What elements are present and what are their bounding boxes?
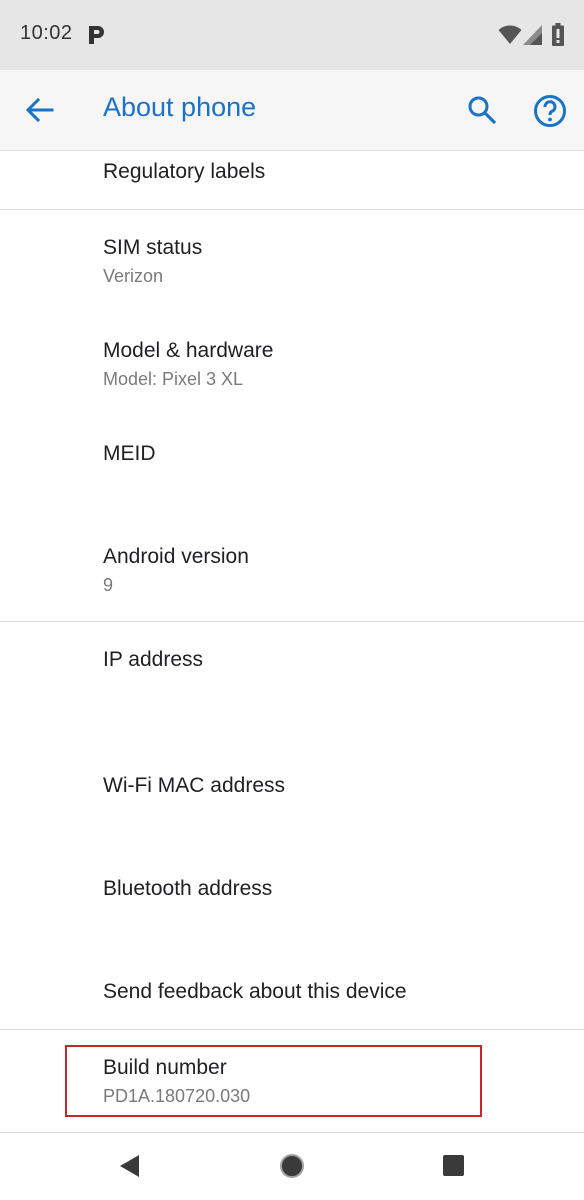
list-item-android-version[interactable]: Android version 9 (0, 519, 584, 621)
list-item-regulatory-labels[interactable]: Regulatory labels (0, 150, 584, 209)
back-arrow-icon[interactable] (24, 94, 56, 126)
nav-back-icon[interactable] (117, 1153, 141, 1179)
list-item-sim-status[interactable]: SIM status Verizon (0, 210, 584, 313)
app-bar: About phone (0, 70, 584, 151)
navigation-bar (0, 1133, 584, 1200)
signal-icon (523, 25, 542, 45)
wifi-icon (498, 25, 522, 44)
item-title: Model & hardware (103, 339, 274, 362)
battery-icon (552, 23, 564, 46)
build-number-highlight (65, 1045, 482, 1117)
item-title: Android version (103, 545, 249, 568)
item-subtitle: 9 (103, 575, 114, 595)
status-bar: 10:02 (0, 0, 584, 70)
list-item-meid[interactable]: MEID (0, 416, 584, 519)
help-icon[interactable] (533, 94, 567, 128)
item-title: Wi-Fi MAC address (103, 774, 286, 797)
list-item-wifi-mac-address: Wi-Fi MAC address (0, 748, 584, 851)
list-item-bluetooth-address: Bluetooth address (0, 851, 584, 954)
item-subtitle: Verizon (103, 266, 164, 286)
list-item-ip-address: IP address (0, 622, 584, 748)
item-title: Regulatory labels (103, 160, 266, 183)
search-icon[interactable] (466, 94, 498, 126)
parking-icon (89, 26, 104, 44)
list-item-model-hardware[interactable]: Model & hardware Model: Pixel 3 XL (0, 313, 584, 416)
nav-home-icon[interactable] (279, 1153, 305, 1179)
item-title: Send feedback about this device (103, 980, 407, 1003)
item-subtitle: Model: Pixel 3 XL (103, 369, 244, 389)
list-item-send-feedback[interactable]: Send feedback about this device (0, 954, 584, 1029)
item-title: MEID (103, 442, 156, 465)
status-time: 10:02 (20, 22, 73, 44)
nav-recents-icon[interactable] (443, 1155, 464, 1176)
item-title: SIM status (103, 236, 203, 259)
page-title: About phone (103, 92, 257, 122)
item-title: Bluetooth address (103, 877, 273, 900)
item-title: IP address (103, 648, 204, 671)
